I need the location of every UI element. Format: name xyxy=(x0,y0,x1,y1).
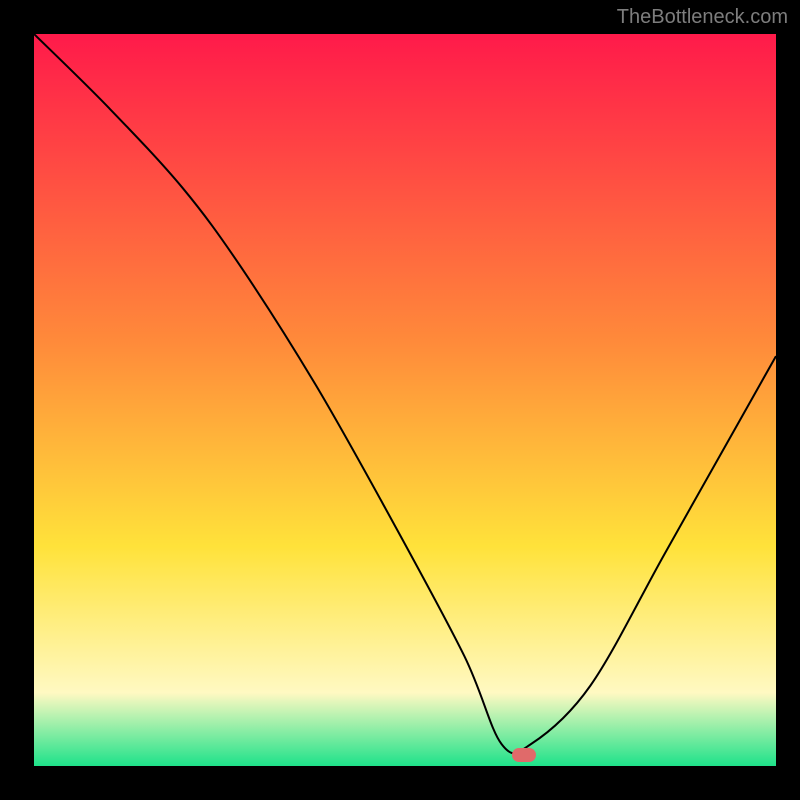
gradient-background xyxy=(34,34,776,766)
watermark-text: TheBottleneck.com xyxy=(617,6,788,29)
plot-area xyxy=(34,34,776,766)
plot-svg xyxy=(34,34,776,766)
chart-stage: TheBottleneck.com xyxy=(0,0,800,800)
current-point-marker xyxy=(512,748,536,762)
